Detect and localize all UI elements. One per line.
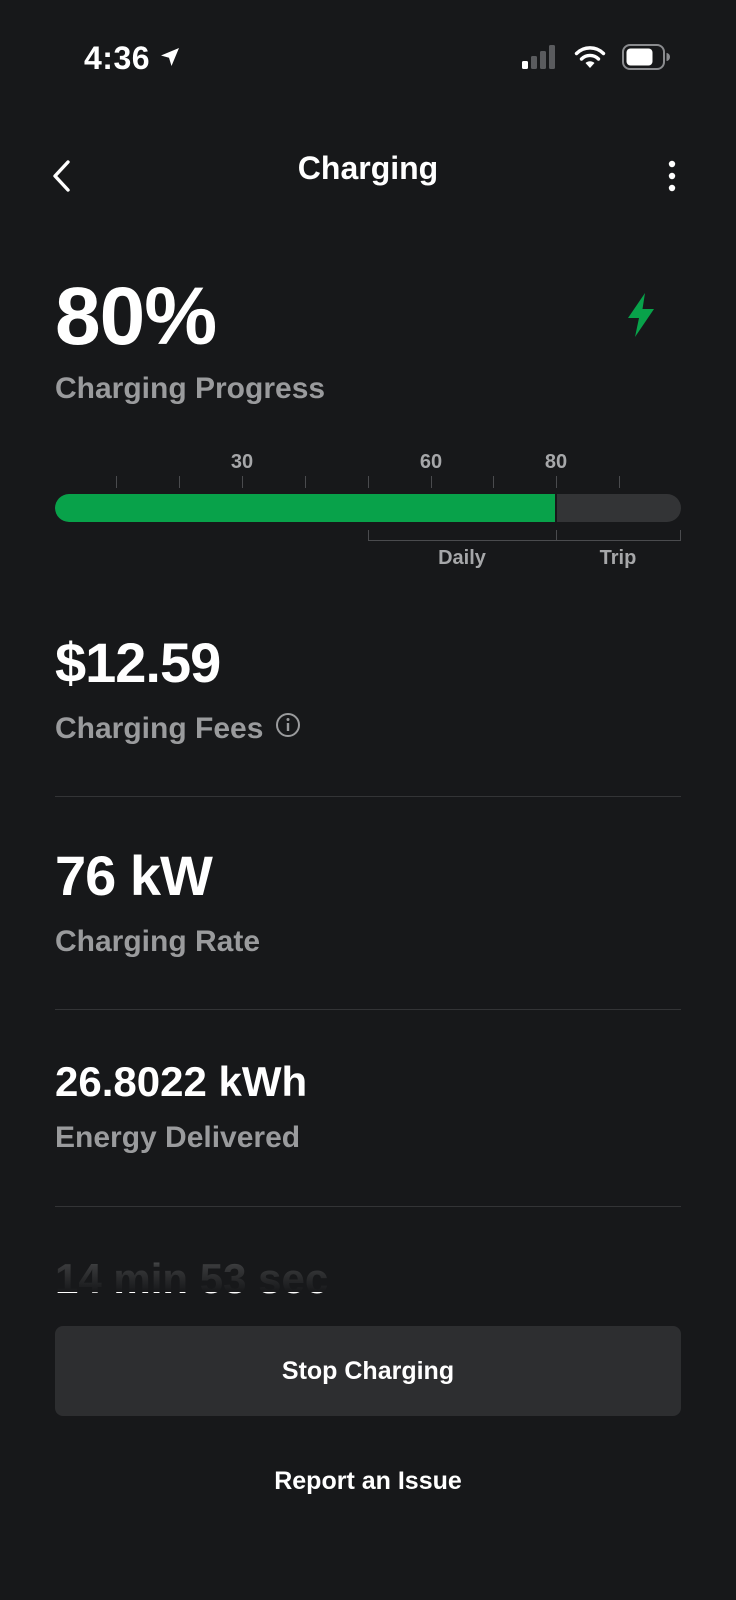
charging-progress-fill [55, 494, 556, 522]
divider [55, 1206, 681, 1207]
wifi-icon [574, 45, 606, 74]
scale-tick [493, 476, 494, 488]
charging-rate-value: 76 kW [55, 844, 213, 907]
scale-tick [556, 476, 557, 488]
more-options-button[interactable] [656, 158, 688, 198]
battery-icon [622, 44, 670, 75]
charging-rate-label: Charging Rate [55, 925, 261, 958]
status-time-text: 4:36 [84, 40, 151, 76]
charging-progress-value: 80% [55, 271, 217, 362]
scale-label-30: 30 [230, 451, 254, 473]
charging-fees-value: $12.59 [55, 631, 221, 694]
charging-progress-bar [55, 494, 681, 522]
cellular-signal-icon [522, 45, 558, 74]
scroll-fade-overlay [0, 1232, 736, 1292]
location-arrow-icon [158, 40, 182, 77]
info-icon[interactable] [275, 712, 301, 746]
more-vertical-icon [668, 160, 676, 197]
scale-label-80: 80 [544, 451, 568, 473]
scale-tick [116, 476, 117, 488]
scale-tick [368, 476, 369, 488]
divider [55, 796, 681, 797]
charging-fees-label: Charging Fees [55, 712, 264, 745]
energy-delivered-label: Energy Delivered [55, 1121, 301, 1154]
range-label-daily: Daily [438, 547, 486, 569]
scale-tick [431, 476, 432, 488]
range-cap-middle [556, 530, 557, 541]
charge-limit-marker [554, 494, 557, 522]
range-line [368, 540, 681, 541]
scale-tick [242, 476, 243, 488]
range-label-trip: Trip [599, 547, 637, 569]
energy-delivered-value: 26.8022 kWh [55, 1058, 308, 1105]
page-title: Charging [297, 150, 439, 186]
stop-charging-button[interactable]: Stop Charging [55, 1326, 681, 1416]
scale-tick [179, 476, 180, 488]
divider [55, 1009, 681, 1010]
report-issue-link[interactable]: Report an Issue [0, 1467, 736, 1496]
charging-fees-label-row: Charging Fees [55, 712, 301, 746]
scale-tick [619, 476, 620, 488]
lightning-bolt-icon [624, 292, 658, 343]
status-time: 4:36 [84, 40, 182, 77]
scale-tick [305, 476, 306, 488]
scale-label-60: 60 [419, 451, 443, 473]
charging-progress-label: Charging Progress [55, 372, 326, 405]
status-indicators [522, 44, 670, 75]
range-cap-end [680, 530, 681, 541]
